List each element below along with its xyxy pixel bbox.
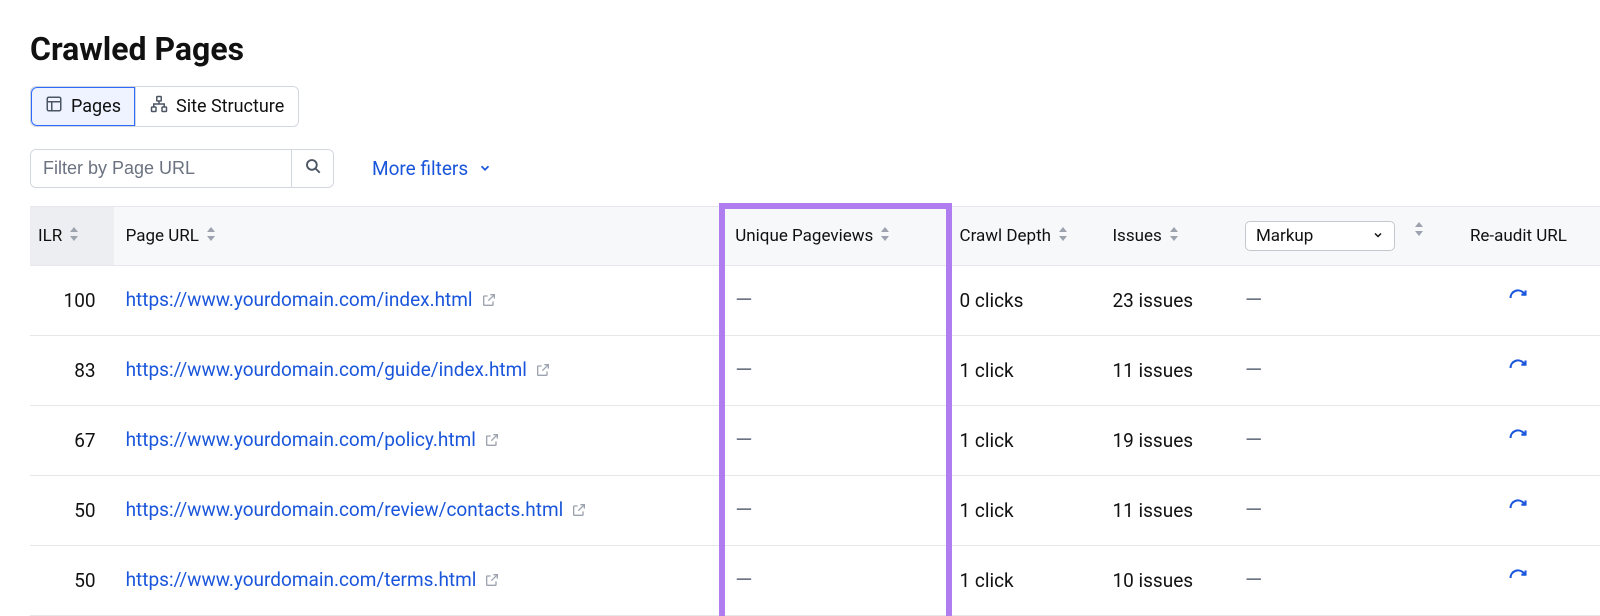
filter-input-group bbox=[30, 149, 334, 188]
url-cell: https://www.yourdomain.com/terms.html bbox=[114, 546, 724, 616]
col-header-unique-pageviews[interactable]: Unique Pageviews bbox=[723, 207, 947, 266]
crawl-depth-value: 1 click bbox=[948, 336, 1101, 406]
table-row: 50 https://www.yourdomain.com/review/cont… bbox=[30, 476, 1600, 546]
search-button[interactable] bbox=[291, 150, 333, 187]
sort-icon bbox=[1168, 226, 1180, 246]
markup-value: — bbox=[1233, 406, 1437, 476]
ilr-value: 100 bbox=[30, 266, 114, 336]
markup-select-label: Markup bbox=[1256, 226, 1313, 246]
pages-icon bbox=[45, 95, 63, 118]
filter-row: More filters bbox=[30, 149, 1600, 188]
table-container: ILR Page URL Unique Pageviews Crawl Dept… bbox=[30, 206, 1600, 616]
ilr-value: 83 bbox=[30, 336, 114, 406]
issues-value[interactable]: 11 issues bbox=[1100, 336, 1233, 406]
crawl-depth-value: 1 click bbox=[948, 546, 1101, 616]
tab-structure-label: Site Structure bbox=[176, 96, 284, 117]
sort-icon bbox=[1057, 226, 1069, 246]
external-link-icon[interactable] bbox=[484, 570, 500, 593]
tab-pages-label: Pages bbox=[71, 96, 121, 117]
col-header-unique-label: Unique Pageviews bbox=[735, 226, 873, 246]
reaudit-button[interactable] bbox=[1508, 498, 1528, 523]
col-header-issues[interactable]: Issues bbox=[1100, 207, 1233, 266]
view-tabs: Pages Site Structure bbox=[30, 86, 299, 127]
external-link-icon[interactable] bbox=[484, 430, 500, 453]
crawl-depth-value: 0 clicks bbox=[948, 266, 1101, 336]
col-header-url-label: Page URL bbox=[126, 226, 199, 246]
url-cell: https://www.yourdomain.com/review/contac… bbox=[114, 476, 724, 546]
filter-url-input[interactable] bbox=[31, 150, 291, 187]
unique-pageviews-value: — bbox=[723, 336, 947, 406]
structure-icon bbox=[150, 95, 168, 118]
page-url-link[interactable]: https://www.yourdomain.com/policy.html bbox=[126, 428, 476, 451]
reload-icon bbox=[1508, 568, 1528, 593]
sort-icon bbox=[1413, 221, 1425, 241]
crawl-depth-value: 1 click bbox=[948, 406, 1101, 476]
sort-icon bbox=[879, 226, 891, 246]
tab-pages[interactable]: Pages bbox=[31, 87, 135, 126]
unique-pageviews-value: — bbox=[723, 406, 947, 476]
reload-icon bbox=[1508, 428, 1528, 453]
reaudit-button[interactable] bbox=[1508, 568, 1528, 593]
more-filters-button[interactable]: More filters bbox=[372, 157, 492, 180]
markup-value: — bbox=[1233, 266, 1437, 336]
chevron-down-icon bbox=[1372, 226, 1384, 246]
reaudit-button[interactable] bbox=[1508, 288, 1528, 313]
chevron-down-icon bbox=[478, 157, 492, 180]
table-row: 100 https://www.yourdomain.com/index.html… bbox=[30, 266, 1600, 336]
crawl-depth-value: 1 click bbox=[948, 476, 1101, 546]
external-link-icon[interactable] bbox=[571, 500, 587, 523]
ilr-value: 50 bbox=[30, 476, 114, 546]
col-header-markup[interactable]: Markup bbox=[1233, 207, 1437, 266]
external-link-icon[interactable] bbox=[535, 360, 551, 383]
col-header-ilr-label: ILR bbox=[38, 226, 62, 246]
markup-value: — bbox=[1233, 336, 1437, 406]
search-icon bbox=[304, 157, 322, 180]
ilr-value: 50 bbox=[30, 546, 114, 616]
url-cell: https://www.yourdomain.com/index.html bbox=[114, 266, 724, 336]
markup-select[interactable]: Markup bbox=[1245, 221, 1395, 251]
crawled-pages-table: ILR Page URL Unique Pageviews Crawl Dept… bbox=[30, 206, 1600, 616]
unique-pageviews-value: — bbox=[723, 266, 947, 336]
reaudit-button[interactable] bbox=[1508, 428, 1528, 453]
issues-value[interactable]: 23 issues bbox=[1100, 266, 1233, 336]
col-header-url[interactable]: Page URL bbox=[114, 207, 724, 266]
issues-value[interactable]: 11 issues bbox=[1100, 476, 1233, 546]
external-link-icon[interactable] bbox=[481, 290, 497, 313]
page-url-link[interactable]: https://www.yourdomain.com/review/contac… bbox=[126, 498, 564, 521]
reload-icon bbox=[1508, 288, 1528, 313]
col-header-issues-label: Issues bbox=[1112, 226, 1161, 246]
col-header-reaudit-label: Re-audit URL bbox=[1470, 226, 1567, 246]
page-url-link[interactable]: https://www.yourdomain.com/terms.html bbox=[126, 568, 477, 591]
col-header-crawl-depth[interactable]: Crawl Depth bbox=[948, 207, 1101, 266]
issues-value[interactable]: 19 issues bbox=[1100, 406, 1233, 476]
table-row: 83 https://www.yourdomain.com/guide/index… bbox=[30, 336, 1600, 406]
markup-value: — bbox=[1233, 476, 1437, 546]
page-url-link[interactable]: https://www.yourdomain.com/index.html bbox=[126, 288, 473, 311]
tab-site-structure[interactable]: Site Structure bbox=[135, 87, 298, 126]
url-cell: https://www.yourdomain.com/guide/index.h… bbox=[114, 336, 724, 406]
col-header-reaudit: Re-audit URL bbox=[1437, 207, 1600, 266]
more-filters-label: More filters bbox=[372, 157, 468, 180]
markup-value: — bbox=[1233, 546, 1437, 616]
reaudit-button[interactable] bbox=[1508, 358, 1528, 383]
reload-icon bbox=[1508, 358, 1528, 383]
sort-icon bbox=[68, 226, 80, 246]
url-cell: https://www.yourdomain.com/policy.html bbox=[114, 406, 724, 476]
page-title: Crawled Pages bbox=[30, 30, 1600, 68]
col-header-ilr[interactable]: ILR bbox=[30, 207, 114, 266]
reload-icon bbox=[1508, 498, 1528, 523]
unique-pageviews-value: — bbox=[723, 476, 947, 546]
ilr-value: 67 bbox=[30, 406, 114, 476]
sort-icon bbox=[205, 226, 217, 246]
unique-pageviews-value: — bbox=[723, 546, 947, 616]
table-row: 50 https://www.yourdomain.com/terms.html —… bbox=[30, 546, 1600, 616]
col-header-depth-label: Crawl Depth bbox=[960, 226, 1052, 246]
table-row: 67 https://www.yourdomain.com/policy.html… bbox=[30, 406, 1600, 476]
issues-value[interactable]: 10 issues bbox=[1100, 546, 1233, 616]
page-url-link[interactable]: https://www.yourdomain.com/guide/index.h… bbox=[126, 358, 527, 381]
